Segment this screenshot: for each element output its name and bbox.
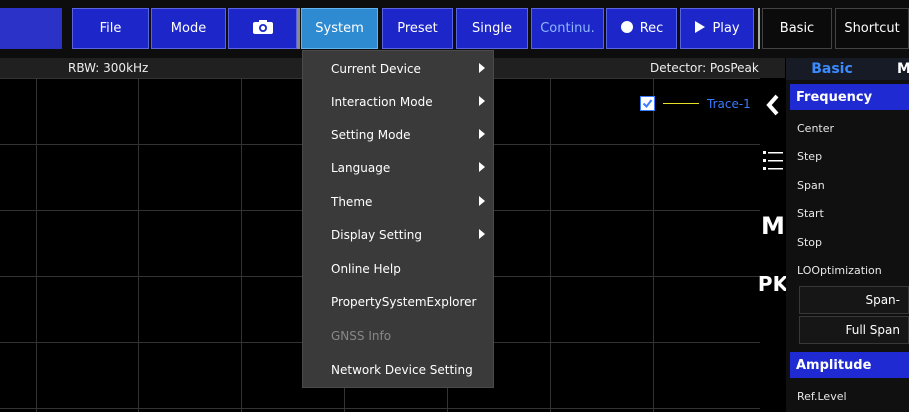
file-button[interactable]: File: [72, 8, 149, 49]
tab-marker[interactable]: M: [897, 58, 909, 80]
peak-icon[interactable]: PK: [758, 266, 788, 302]
basic-label: Basic: [779, 21, 815, 36]
camera-icon: [252, 19, 274, 39]
record-button[interactable]: Rec: [606, 8, 677, 49]
grid-line: [653, 78, 654, 412]
frequency-header[interactable]: Frequency: [790, 84, 909, 110]
toolbar-separator: [758, 8, 760, 49]
marker-icon[interactable]: M: [760, 208, 786, 244]
menu-item-display-setting[interactable]: Display Setting: [303, 218, 493, 251]
play-button[interactable]: Play: [680, 8, 754, 49]
single-label: Single: [472, 21, 512, 36]
grid-line: [36, 78, 37, 412]
menu-item-label: Theme: [331, 194, 373, 209]
trace-line-sample: [663, 103, 699, 104]
menu-item-label: Online Help: [331, 261, 401, 276]
submenu-arrow-icon: [479, 229, 485, 239]
mode-button[interactable]: Mode: [151, 8, 226, 49]
menu-item-language[interactable]: Language: [303, 151, 493, 184]
tab-basic[interactable]: Basic: [786, 58, 878, 80]
menu-item-label: Network Device Setting: [331, 362, 473, 377]
file-label: File: [99, 21, 122, 36]
submenu-arrow-icon: [479, 96, 485, 106]
continuous-button[interactable]: Continu.: [531, 8, 604, 49]
ref-level-item[interactable]: Ref.Level: [797, 390, 847, 403]
trace-checkbox[interactable]: [640, 96, 655, 111]
single-button[interactable]: Single: [456, 8, 528, 49]
menu-item-label: GNSS Info: [331, 328, 392, 343]
menu-item-label: Interaction Mode: [331, 94, 433, 109]
list-icon[interactable]: [760, 142, 786, 178]
record-dot-icon: [620, 20, 634, 38]
side-icon-column: M PK: [758, 78, 788, 412]
shortcut-button[interactable]: Shortcut: [835, 8, 909, 49]
menu-item-gnss-info: GNSS Info: [303, 319, 493, 352]
menu-item-label: Display Setting: [331, 227, 423, 242]
record-label: Rec: [639, 21, 664, 36]
menu-item-online-help[interactable]: Online Help: [303, 252, 493, 285]
menu-item-interaction-mode[interactable]: Interaction Mode: [303, 85, 493, 118]
center-item[interactable]: Center: [797, 122, 834, 135]
span-minus-button[interactable]: Span-: [799, 286, 909, 314]
grid-line: [550, 78, 551, 412]
menu-item-label: PropertySystemExplorer: [331, 294, 477, 309]
trace-label: Trace-1: [707, 96, 751, 111]
full-span-button[interactable]: Full Span: [799, 316, 909, 344]
menu-item-label: Setting Mode: [331, 127, 411, 142]
basic-button[interactable]: Basic: [762, 8, 832, 49]
play-icon: [694, 20, 706, 38]
preset-label: Preset: [397, 21, 438, 36]
submenu-arrow-icon: [479, 129, 485, 139]
menu-item-property-system-explorer[interactable]: PropertySystemExplorer: [303, 285, 493, 318]
system-dropdown-menu: Current Device Interaction Mode Setting …: [302, 50, 494, 388]
play-label: Play: [712, 21, 740, 36]
toolbar-separator: [297, 8, 300, 49]
submenu-arrow-icon: [479, 63, 485, 73]
continuous-label: Continu.: [540, 21, 595, 36]
check-icon: [642, 99, 653, 109]
right-settings-panel: Basic M Frequency Center Step Span Start…: [786, 58, 909, 412]
lo-optimization-item[interactable]: LOOptimization: [797, 264, 882, 277]
menu-item-setting-mode[interactable]: Setting Mode: [303, 118, 493, 151]
menu-item-theme[interactable]: Theme: [303, 185, 493, 218]
back-chevron-icon[interactable]: [760, 90, 786, 120]
span-item[interactable]: Span: [797, 179, 825, 192]
menu-item-label: Current Device: [331, 61, 421, 76]
menu-item-label: Language: [331, 160, 391, 175]
grid-line: [138, 78, 139, 412]
grid-line: [0, 408, 760, 409]
amplitude-header[interactable]: Amplitude: [790, 352, 909, 378]
stop-item[interactable]: Stop: [797, 236, 822, 249]
toolbar-left-strip: [0, 8, 62, 49]
system-button[interactable]: System: [301, 8, 378, 49]
system-label: System: [315, 21, 364, 36]
panel-tabs: Basic M: [786, 58, 909, 80]
preset-button[interactable]: Preset: [382, 8, 453, 49]
mode-label: Mode: [170, 21, 207, 36]
trace-legend: Trace-1: [640, 96, 751, 111]
start-item[interactable]: Start: [797, 207, 824, 220]
rbw-readout: RBW: 300kHz: [68, 61, 149, 75]
detector-readout: Detector: PosPeak: [650, 61, 759, 75]
shortcut-label: Shortcut: [844, 21, 900, 36]
screenshot-button[interactable]: [228, 8, 297, 49]
step-item[interactable]: Step: [797, 150, 822, 163]
submenu-arrow-icon: [479, 196, 485, 206]
menu-item-current-device[interactable]: Current Device: [303, 52, 493, 85]
submenu-arrow-icon: [479, 162, 485, 172]
grid-line: [241, 78, 242, 412]
menu-item-network-device-setting[interactable]: Network Device Setting: [303, 353, 493, 386]
